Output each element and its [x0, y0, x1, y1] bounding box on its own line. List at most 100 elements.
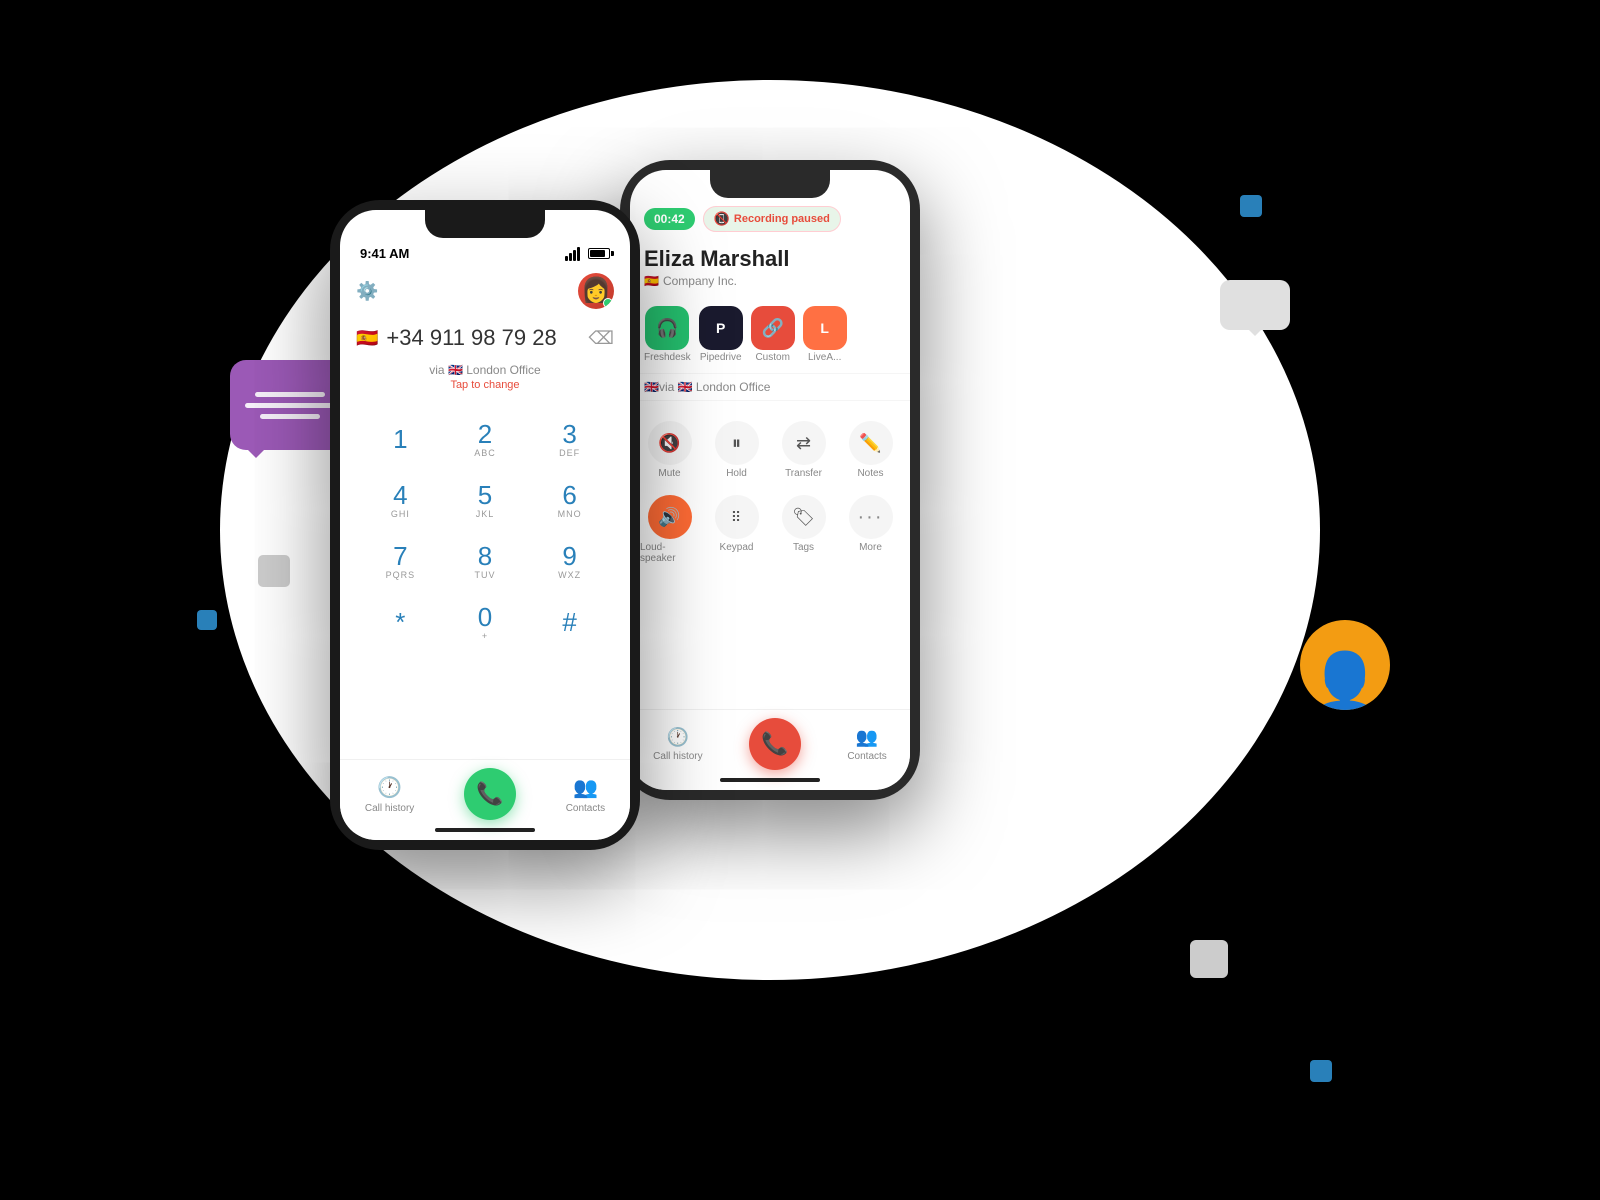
- call-icon: 📞: [476, 781, 503, 807]
- end-call-icon: 📞: [761, 731, 788, 757]
- p2-nav-contacts[interactable]: 👥 Contacts: [847, 727, 886, 762]
- mute-button[interactable]: 🔇 Mute: [638, 415, 701, 485]
- backspace-icon[interactable]: ⌫: [589, 328, 614, 349]
- dial-key-9[interactable]: 9 WXZ: [529, 533, 610, 590]
- dial-key-3[interactable]: 3 DEF: [529, 411, 610, 468]
- contact-company: 🇪🇸 Company Inc.: [644, 274, 896, 288]
- deco-square-3: [1310, 1060, 1332, 1082]
- livea-label: LiveA...: [808, 352, 841, 363]
- home-indicator-2: [720, 778, 820, 782]
- number-flag: 🇪🇸: [356, 328, 378, 349]
- dial-key-2[interactable]: 2 ABC: [445, 411, 526, 468]
- phone-1-notch: [425, 210, 545, 238]
- livea-integration[interactable]: L LiveA...: [803, 306, 847, 363]
- dial-num-9: 9: [562, 543, 576, 569]
- dial-num-5: 5: [478, 482, 492, 508]
- p1-via-line: via 🇬🇧 London Office: [340, 359, 630, 379]
- tap-to-change[interactable]: Tap to change: [340, 379, 630, 403]
- livea-icon: L: [803, 306, 847, 350]
- dial-letters-4: GHI: [391, 509, 410, 519]
- more-button[interactable]: ··· More: [839, 489, 902, 570]
- dial-key-4[interactable]: 4 GHI: [360, 472, 441, 529]
- custom-icon: 🔗: [751, 306, 795, 350]
- p1-history-icon: 🕐: [377, 775, 402, 800]
- dial-letters-8: TUV: [474, 570, 495, 580]
- mute-label: Mute: [658, 468, 680, 479]
- freshdesk-integration[interactable]: 🎧 Freshdesk: [644, 306, 691, 363]
- hold-icon: ⏸: [715, 421, 759, 465]
- custom-integration[interactable]: 🔗 Custom: [751, 306, 795, 363]
- dial-letters-3: DEF: [559, 448, 580, 458]
- more-label: More: [859, 542, 882, 553]
- p1-nav-history[interactable]: 🕐 Call history: [365, 775, 414, 814]
- freshdesk-icon: 🎧: [645, 306, 689, 350]
- hold-button[interactable]: ⏸ Hold: [705, 415, 768, 485]
- call-button[interactable]: 📞: [464, 768, 516, 820]
- custom-label: Custom: [755, 352, 789, 363]
- dial-key-1[interactable]: 1: [360, 411, 441, 468]
- dial-key-star[interactable]: *: [360, 594, 441, 651]
- battery-fill: [590, 250, 605, 257]
- call-controls: 🔇 Mute ⏸ Hold ⇄ Transfer ✏️ Notes 🔊: [630, 405, 910, 574]
- settings-icon[interactable]: ⚙️: [356, 281, 378, 302]
- dial-num-2: 2: [478, 421, 492, 447]
- dial-num-0: 0: [478, 604, 492, 630]
- phone-dialer: 9:41 AM ⚙️ 👩: [330, 200, 640, 850]
- p1-history-label: Call history: [365, 803, 414, 814]
- p2-nav-history[interactable]: 🕐 Call history: [653, 727, 702, 762]
- dial-num-4: 4: [393, 482, 407, 508]
- avatar-decoration: 👤: [1300, 620, 1390, 710]
- dial-key-hash[interactable]: #: [529, 594, 610, 651]
- recording-status: 📵 Recording paused: [703, 206, 841, 232]
- p1-contacts-icon: 👥: [573, 775, 598, 800]
- dial-num-3: 3: [562, 421, 576, 447]
- tags-icon: 🏷: [782, 495, 826, 539]
- deco-square-4: [258, 555, 290, 587]
- p1-nav-contacts[interactable]: 👥 Contacts: [566, 775, 605, 814]
- loudspeaker-button[interactable]: 🔊 Loud-speaker: [638, 489, 701, 570]
- company-flag: 🇪🇸: [644, 274, 659, 288]
- p1-via-text: via 🇬🇧 London Office: [429, 363, 540, 377]
- dial-key-5[interactable]: 5 JKL: [445, 472, 526, 529]
- p2-contacts-label: Contacts: [847, 751, 886, 762]
- keypad-icon: ⠿: [715, 495, 759, 539]
- notes-label: Notes: [857, 468, 883, 479]
- user-avatar[interactable]: 👩: [578, 273, 614, 309]
- signal-bar-4: [577, 247, 580, 261]
- dial-key-8[interactable]: 8 TUV: [445, 533, 526, 590]
- p2-history-icon: 🕐: [667, 727, 689, 748]
- mute-icon: 🔇: [648, 421, 692, 465]
- transfer-button[interactable]: ⇄ Transfer: [772, 415, 835, 485]
- avatar-person-icon: 👤: [1308, 654, 1383, 710]
- dial-key-7[interactable]: 7 PQRS: [360, 533, 441, 590]
- phones-container: 00:42 📵 Recording paused Eliza Marshall …: [300, 80, 1200, 1080]
- contact-name: Eliza Marshall: [644, 246, 896, 272]
- tags-label: Tags: [793, 542, 814, 553]
- dial-key-0[interactable]: 0 +: [445, 594, 526, 651]
- contact-info: Eliza Marshall 🇪🇸 Company Inc.: [630, 242, 910, 296]
- p2-via-line: 🇬🇧 via 🇬🇧 London Office: [630, 373, 910, 401]
- signal-bars: [565, 247, 580, 261]
- p1-contacts-label: Contacts: [566, 803, 605, 814]
- pipedrive-label: Pipedrive: [700, 352, 742, 363]
- signal-bar-1: [565, 256, 568, 261]
- p1-header: ⚙️ 👩: [340, 269, 630, 317]
- dial-num-8: 8: [478, 543, 492, 569]
- dial-num-star: *: [395, 609, 405, 635]
- tags-button[interactable]: 🏷 Tags: [772, 489, 835, 570]
- pipedrive-integration[interactable]: P Pipedrive: [699, 306, 743, 363]
- dial-letters-5: JKL: [476, 509, 495, 519]
- transfer-icon: ⇄: [782, 421, 826, 465]
- notes-button[interactable]: ✏️ Notes: [839, 415, 902, 485]
- phone-2-screen: 00:42 📵 Recording paused Eliza Marshall …: [630, 170, 910, 790]
- signal-bar-2: [569, 253, 572, 261]
- deco-square-2: [197, 610, 217, 630]
- p2-contacts-icon: 👥: [856, 727, 878, 748]
- integrations-row: 🎧 Freshdesk P Pipedrive 🔗 Custom L LiveA…: [630, 296, 910, 373]
- more-icon: ···: [849, 495, 893, 539]
- end-call-button[interactable]: 📞: [749, 718, 801, 770]
- phone-1-screen: 9:41 AM ⚙️ 👩: [340, 210, 630, 840]
- keypad-button[interactable]: ⠿ Keypad: [705, 489, 768, 570]
- dial-key-6[interactable]: 6 MNO: [529, 472, 610, 529]
- dial-num-1: 1: [393, 426, 407, 452]
